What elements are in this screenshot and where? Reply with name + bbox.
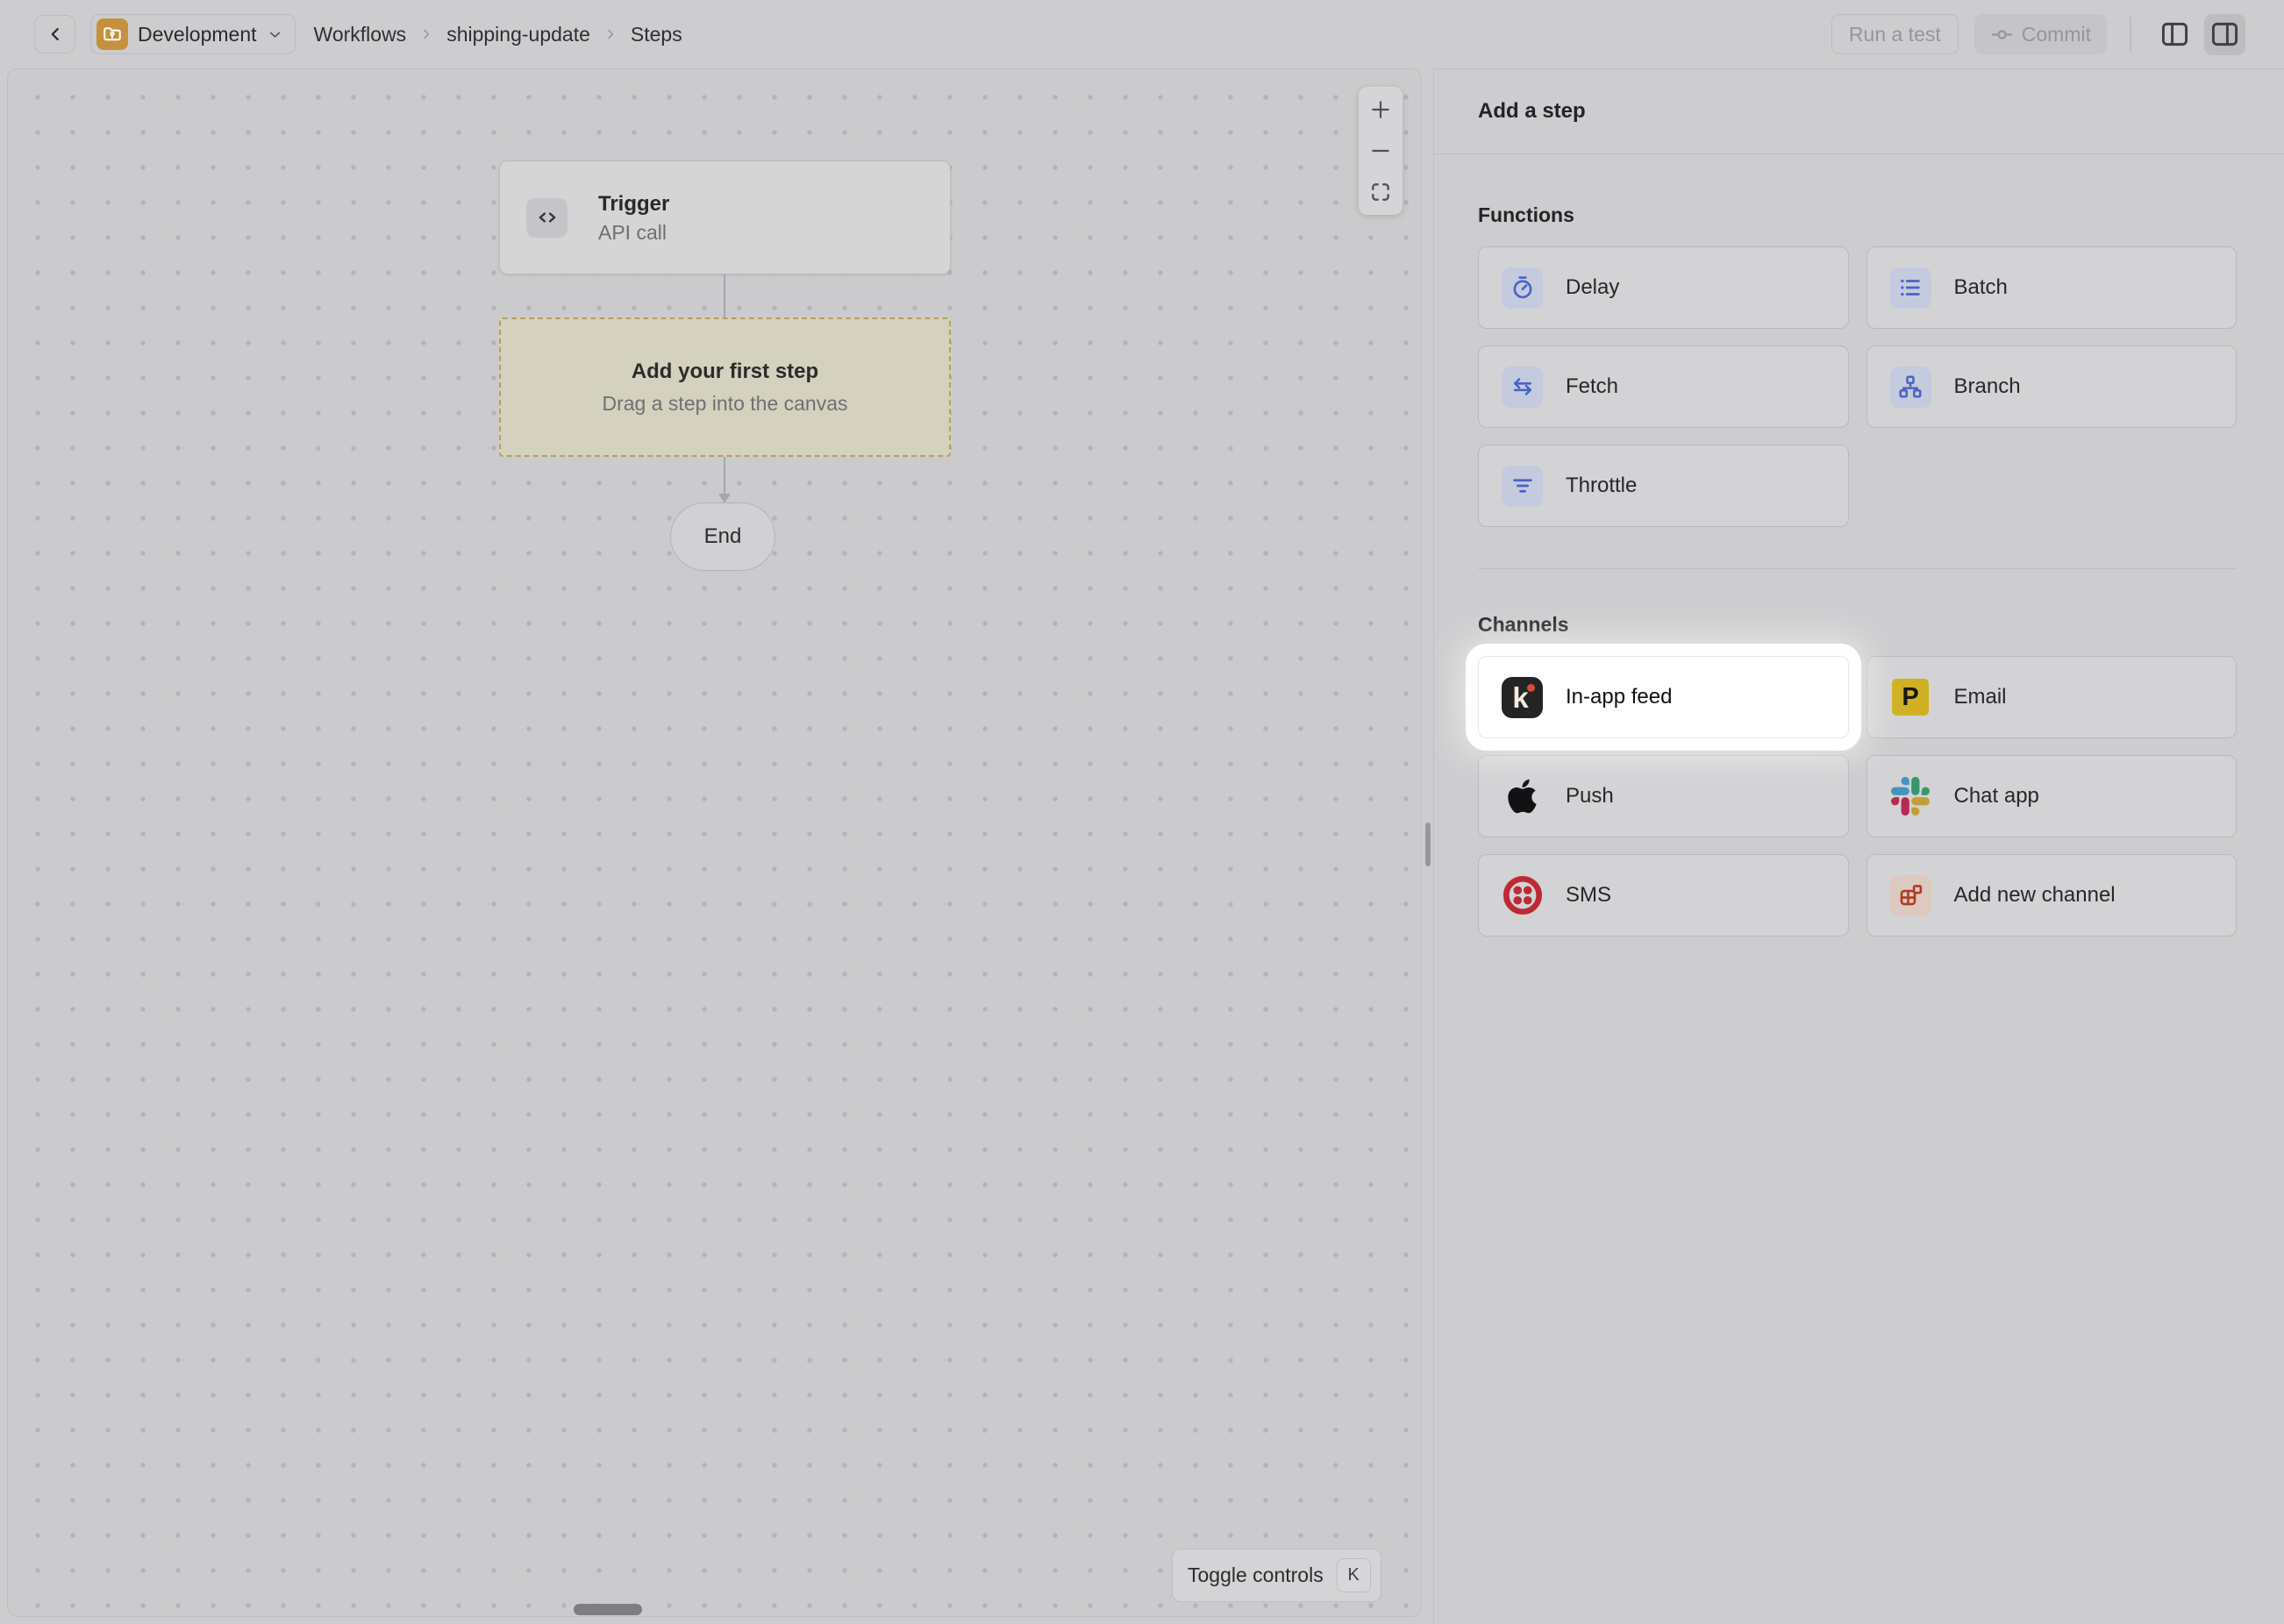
commit-button[interactable]: Commit (1974, 14, 2107, 54)
apple-logo (1502, 777, 1543, 816)
step-card-label: SMS (1566, 883, 1611, 908)
step-card-label: Push (1566, 784, 1614, 808)
toggle-controls-label: Toggle controls (1188, 1563, 1324, 1587)
step-card-label: In-app feed (1566, 685, 1672, 709)
step-card-label: Throttle (1566, 474, 1637, 498)
trigger-title: Trigger (598, 189, 669, 219)
code-icon (526, 198, 567, 238)
chevron-left-icon (46, 25, 65, 44)
top-bar: Development Workflows shipping-update St… (0, 0, 2284, 68)
workflow-canvas[interactable]: Trigger API call Add your first step Dra… (7, 68, 1422, 1617)
step-card-throttle[interactable]: Throttle (1478, 445, 1849, 527)
knock-dot (1527, 684, 1535, 692)
chevron-right-icon (603, 26, 618, 42)
keyboard-shortcut-badge: K (1337, 1558, 1371, 1592)
channels-section-label: Channels (1478, 613, 2237, 637)
minus-icon (1369, 139, 1392, 162)
run-a-test-button[interactable]: Run a test (1831, 14, 1959, 54)
chevron-down-icon (267, 26, 283, 43)
step-card-label: Add new channel (1954, 883, 2116, 908)
step-card-push[interactable]: Push (1478, 755, 1849, 837)
section-divider (1478, 568, 2237, 569)
step-card-chat-app[interactable]: Chat app (1866, 755, 2238, 837)
step-card-label: Chat app (1954, 784, 2039, 808)
step-card-add-new-channel[interactable]: Add new channel (1866, 854, 2238, 937)
zoom-in-button[interactable] (1369, 98, 1392, 121)
right-panel-toggle[interactable] (2204, 14, 2245, 55)
step-card-label: Email (1954, 685, 2007, 709)
commit-label: Commit (2022, 23, 2091, 46)
panel-title: Add a step (1478, 99, 1586, 124)
zoom-out-button[interactable] (1369, 139, 1392, 162)
step-card-branch[interactable]: Branch (1866, 345, 2238, 428)
step-card-delay[interactable]: Delay (1478, 246, 1849, 329)
horizontal-scrollbar[interactable] (574, 1604, 642, 1615)
topbar-divider (2130, 17, 2131, 52)
trigger-subtitle: API call (598, 219, 669, 246)
end-node[interactable]: End (670, 502, 775, 571)
toggle-controls-button[interactable]: Toggle controls K (1172, 1549, 1381, 1602)
list-icon (1890, 267, 1931, 309)
chevron-right-icon (418, 26, 434, 42)
dropzone-subtitle: Drag a step into the canvas (603, 392, 848, 416)
panel-header: Add a step (1434, 69, 2284, 154)
git-commit-icon (1990, 23, 2014, 46)
back-button[interactable] (34, 15, 75, 53)
step-card-label: Branch (1954, 374, 2021, 399)
environment-folder-icon (96, 18, 128, 50)
functions-section-label: Functions (1478, 203, 2237, 227)
step-card-label: Batch (1954, 275, 2008, 300)
knock-logo: k (1502, 677, 1543, 718)
fit-view-button[interactable] (1369, 181, 1392, 203)
breadcrumb-workflows[interactable]: Workflows (314, 23, 407, 46)
panel-left-icon (2159, 20, 2190, 48)
left-panel-toggle[interactable] (2154, 14, 2195, 55)
panel-right-icon (2209, 20, 2240, 48)
step-card-sms[interactable]: SMS (1478, 854, 1849, 937)
fit-screen-icon (1369, 181, 1392, 203)
breadcrumb-steps: Steps (631, 23, 682, 46)
connector-line (724, 274, 725, 317)
trigger-node[interactable]: Trigger API call (499, 160, 951, 274)
environment-label: Development (138, 23, 257, 46)
environment-switcher[interactable]: Development (90, 14, 296, 54)
workflow-editor: Development Workflows shipping-update St… (0, 0, 2284, 1624)
zoom-controls (1359, 87, 1403, 215)
postmark-logo: P (1890, 679, 1931, 716)
functions-grid: Delay Batch Fetch (1478, 246, 2237, 527)
dropzone-title: Add your first step (632, 360, 818, 384)
add-first-step-dropzone[interactable]: Add your first step Drag a step into the… (499, 317, 951, 457)
slack-logo (1890, 777, 1931, 816)
swap-arrows-icon (1502, 367, 1543, 408)
tree-icon (1890, 367, 1931, 408)
step-card-label: Delay (1566, 275, 1619, 300)
grid-plus-icon (1890, 875, 1931, 916)
step-card-in-app-feed[interactable]: k In-app feed (1478, 656, 1849, 738)
filter-lines-icon (1502, 466, 1543, 507)
step-card-email[interactable]: P Email (1866, 656, 2238, 738)
panel-content: Functions Delay Batch (1434, 203, 2284, 937)
channels-grid: k In-app feed P Email Push (1478, 656, 2237, 937)
step-card-batch[interactable]: Batch (1866, 246, 2238, 329)
stopwatch-icon (1502, 267, 1543, 309)
step-card-label: Fetch (1566, 374, 1618, 399)
vertical-scrollbar[interactable] (1425, 823, 1431, 866)
breadcrumb-workflow-name[interactable]: shipping-update (446, 23, 590, 46)
add-step-panel: Add a step Functions Delay Batch (1433, 68, 2284, 1624)
twilio-logo (1502, 875, 1543, 915)
breadcrumb: Workflows shipping-update Steps (314, 23, 682, 46)
connector-arrow (714, 457, 735, 503)
plus-icon (1369, 98, 1392, 121)
step-card-fetch[interactable]: Fetch (1478, 345, 1849, 428)
